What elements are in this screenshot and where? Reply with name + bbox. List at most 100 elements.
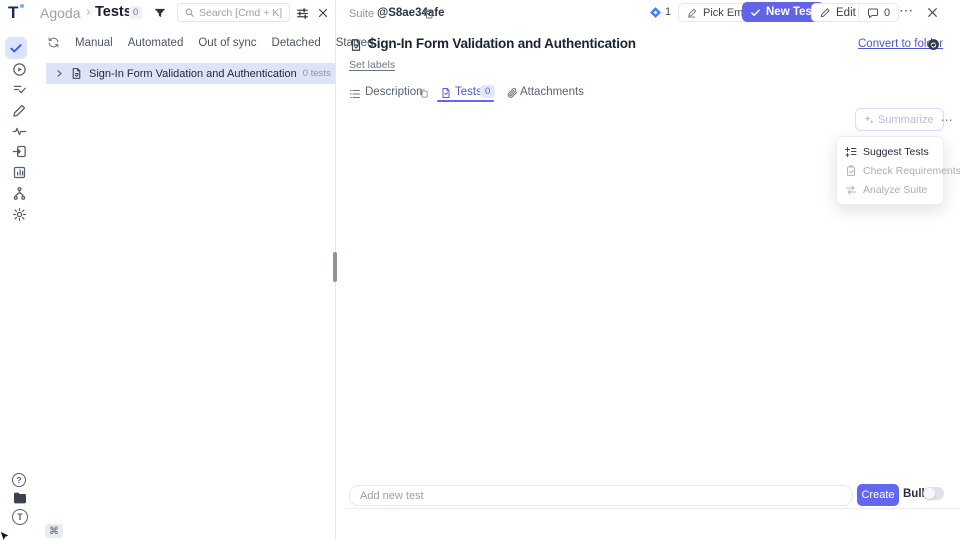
analyze-arrows-icon — [845, 184, 857, 196]
menu-item-label: Suggest Tests — [863, 146, 929, 158]
help-button[interactable]: ? — [12, 473, 28, 489]
pulse-icon — [12, 124, 28, 139]
sidebar-item-runs[interactable] — [12, 62, 28, 78]
sync-filter-icon[interactable] — [47, 36, 60, 49]
tab-out-of-sync[interactable]: Out of sync — [198, 37, 256, 49]
sidebar-item-branches[interactable] — [12, 186, 28, 202]
filter-settings-icon[interactable] — [296, 7, 309, 20]
copy-description-icon[interactable] — [418, 88, 429, 99]
branch-icon — [12, 186, 28, 201]
new-test-label: New Test — [766, 6, 816, 18]
filter-funnel-icon[interactable] — [153, 6, 167, 20]
menu-item-suggest-tests[interactable]: Suggest Tests — [837, 142, 943, 161]
menu-item-label: Analyze Suite — [863, 184, 927, 196]
suggest-tests-icon — [845, 146, 857, 158]
menu-item-check-requirements[interactable]: Check Requirements — [837, 161, 943, 180]
edit-label: Edit — [836, 7, 856, 19]
issue-count: 1 — [665, 6, 671, 18]
ai-actions-menu: Suggest Tests Check Requirements Analyze… — [836, 136, 944, 205]
app-logo[interactable]: T — [8, 3, 18, 23]
tab-tests-count-badge: 0 — [480, 85, 495, 98]
sidebar-item-reports[interactable] — [12, 165, 28, 181]
create-button[interactable]: Create — [857, 484, 899, 506]
profile-button[interactable]: T — [12, 509, 29, 526]
composer-bottom-divider — [345, 508, 960, 509]
tab-attachments[interactable]: Attachments — [520, 86, 584, 98]
tab-description[interactable]: Description — [365, 86, 423, 98]
copy-suite-id-icon[interactable] — [422, 8, 434, 20]
emoji-pen-icon — [687, 7, 698, 18]
comments-button[interactable]: 0 — [858, 3, 899, 22]
add-test-input[interactable] — [349, 485, 853, 506]
tree-row-title: Sign-In Form Validation and Authenticati… — [89, 68, 297, 80]
summarize-more-button[interactable]: ⋯ — [941, 109, 953, 130]
check-icon — [750, 7, 761, 18]
suite-id: @S8ae34afe — [377, 7, 444, 19]
close-filter-icon[interactable] — [317, 7, 329, 19]
more-actions-button[interactable]: ⋯ — [899, 2, 914, 19]
sidebar-item-import[interactable] — [12, 144, 28, 160]
pencil-icon — [12, 103, 28, 118]
edit-pencil-icon — [820, 7, 831, 18]
tab-detached[interactable]: Detached — [272, 37, 321, 49]
bulk-toggle[interactable] — [923, 487, 944, 500]
sidebar-item-plans[interactable] — [12, 82, 28, 98]
search-input[interactable] — [199, 7, 283, 19]
check-icon — [9, 41, 23, 55]
issue-diamond-icon[interactable] — [649, 6, 662, 19]
convert-to-folder-icon[interactable] — [927, 38, 940, 51]
logo-accent-dot — [20, 4, 24, 8]
tab-automated[interactable]: Automated — [128, 37, 184, 49]
projects-button[interactable] — [12, 490, 28, 506]
paperclip-icon — [506, 87, 518, 99]
tab-tests[interactable]: Tests — [455, 86, 482, 98]
tree-row-meta: 0 tests — [303, 68, 331, 79]
summarize-button[interactable]: Summarize — [856, 109, 941, 130]
search-box — [177, 3, 290, 22]
help-icon: ? — [12, 473, 26, 487]
command-icon: ⌘ — [49, 526, 59, 537]
profile-logo-icon: T — [12, 509, 28, 525]
left-rail: ? T — [0, 0, 40, 540]
summarize-split-button: Summarize ⋯ — [855, 108, 944, 131]
suite-tree-row[interactable]: Sign-In Form Validation and Authenticati… — [46, 63, 335, 84]
clipboard-check-icon — [845, 165, 857, 177]
description-list-icon — [349, 88, 361, 100]
sidebar-item-tests[interactable] — [5, 37, 27, 59]
search-icon — [184, 7, 195, 18]
sidebar-item-settings[interactable] — [12, 207, 28, 223]
panel-resize-handle[interactable] — [333, 252, 337, 282]
filter-tabs: Manual Automated Out of sync Detached St… — [47, 36, 373, 49]
suite-title: Sign-In Form Validation and Authenticati… — [368, 36, 636, 51]
sparkles-icon — [863, 114, 874, 125]
summarize-label: Summarize — [878, 114, 934, 126]
tests-doc-icon — [440, 87, 452, 99]
breadcrumb-separator: › — [86, 3, 91, 19]
tests-count-badge: 0 — [129, 6, 142, 19]
chevron-right-icon[interactable] — [55, 69, 64, 78]
sidebar-item-drafts[interactable] — [12, 103, 28, 119]
suite-label: Suite — [349, 8, 374, 20]
edit-button[interactable]: Edit — [811, 3, 865, 22]
menu-item-analyze-suite[interactable]: Analyze Suite — [837, 180, 943, 199]
tab-manual[interactable]: Manual — [75, 37, 113, 49]
set-labels-link[interactable]: Set labels — [349, 59, 395, 71]
app-root: ? T ⌘ T Agoda › Tests 0 Manual Automated… — [0, 0, 960, 540]
active-tab-underline — [437, 100, 494, 102]
play-circle-icon — [12, 62, 28, 77]
import-box-icon — [12, 144, 28, 159]
comments-count: 0 — [884, 7, 890, 19]
breadcrumb-section[interactable]: Tests — [95, 4, 132, 20]
list-check-icon — [12, 82, 28, 97]
close-panel-icon[interactable] — [926, 6, 939, 19]
folder-icon — [12, 490, 28, 506]
sidebar-item-pulse[interactable] — [12, 124, 28, 140]
toggle-knob — [924, 488, 935, 499]
suite-doc-icon — [70, 67, 83, 80]
breadcrumb-project[interactable]: Agoda — [40, 5, 80, 21]
suite-title-doc-icon — [349, 38, 363, 52]
keyboard-shortcuts-button[interactable]: ⌘ — [45, 524, 63, 538]
comment-bubble-icon — [867, 7, 879, 19]
report-chart-icon — [12, 165, 28, 180]
gear-icon — [12, 207, 28, 222]
